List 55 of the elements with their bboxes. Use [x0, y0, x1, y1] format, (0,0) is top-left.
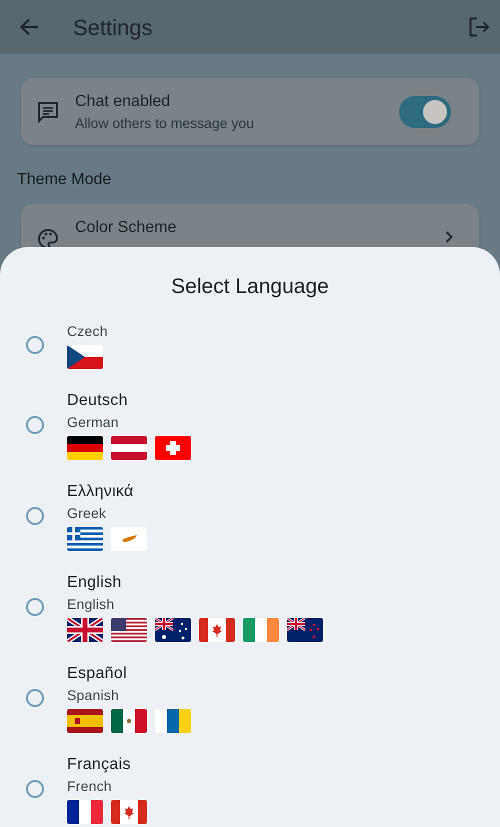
radio-button[interactable]	[26, 336, 44, 354]
german-flag-icon	[67, 436, 103, 460]
canary-islands-flag-icon	[155, 709, 191, 733]
settings-card[interactable]: Chat enabled Allow others to message you	[21, 78, 479, 145]
chevron-right-icon	[445, 231, 453, 243]
greek-flag-icon	[67, 527, 103, 551]
logout-icon	[468, 17, 490, 37]
language-label: Spanish	[67, 686, 120, 705]
radio-button[interactable]	[26, 688, 44, 706]
french-flag-icon	[67, 800, 103, 824]
canadian-flag-icon	[111, 800, 147, 824]
language-label: Czech	[67, 322, 108, 341]
language-name: Ελληνικά	[67, 482, 135, 502]
setting-title: Chat enabled	[75, 92, 172, 112]
canadian-flag-icon	[199, 618, 235, 642]
app-bar-title: Settings	[73, 14, 152, 42]
language-option[interactable]: Czech	[0, 321, 500, 389]
section-heading: Theme Mode	[17, 170, 112, 190]
radio-button[interactable]	[26, 416, 44, 434]
spanish-flag-icon	[67, 709, 103, 733]
language-label: French	[67, 777, 113, 796]
radio-button[interactable]	[26, 780, 44, 798]
mexican-flag-icon	[111, 709, 147, 733]
radio-button[interactable]	[26, 506, 44, 524]
toggle-switch[interactable]	[399, 96, 451, 128]
australian-flag-icon	[155, 618, 191, 642]
language-option[interactable]: Ελληνικά Greek	[0, 480, 500, 571]
back-button[interactable]	[18, 16, 40, 38]
sheet-title: Select Language	[171, 274, 329, 300]
language-name: Français	[67, 755, 132, 775]
language-option[interactable]: English English	[0, 571, 500, 662]
irish-flag-icon	[243, 618, 279, 642]
language-option[interactable]: Français French	[0, 753, 500, 827]
setting-title: Color Scheme	[75, 218, 176, 238]
message-icon	[37, 100, 59, 122]
language-label: German	[67, 413, 120, 432]
language-label: Greek	[67, 504, 108, 523]
language-name: English	[67, 573, 123, 593]
back-icon	[19, 18, 39, 36]
language-option[interactable]: Español Spanish	[0, 662, 500, 753]
czech-flag-icon	[67, 345, 103, 369]
swiss-flag-icon	[155, 436, 191, 460]
language-name: Deutsch	[67, 391, 129, 411]
palette-icon	[37, 228, 59, 250]
setting-subtitle: Allow others to message you	[75, 114, 254, 132]
logout-button[interactable]	[467, 15, 491, 39]
austrian-flag-icon	[111, 436, 147, 460]
british-flag-icon	[67, 618, 103, 642]
language-label: English	[67, 595, 116, 614]
american-flag-icon	[111, 618, 147, 642]
cyprus-flag-icon	[111, 527, 147, 551]
radio-button[interactable]	[26, 598, 44, 616]
new-zealand-flag-icon	[287, 618, 323, 642]
language-name: Español	[67, 664, 128, 684]
language-option[interactable]: Deutsch German	[0, 389, 500, 480]
